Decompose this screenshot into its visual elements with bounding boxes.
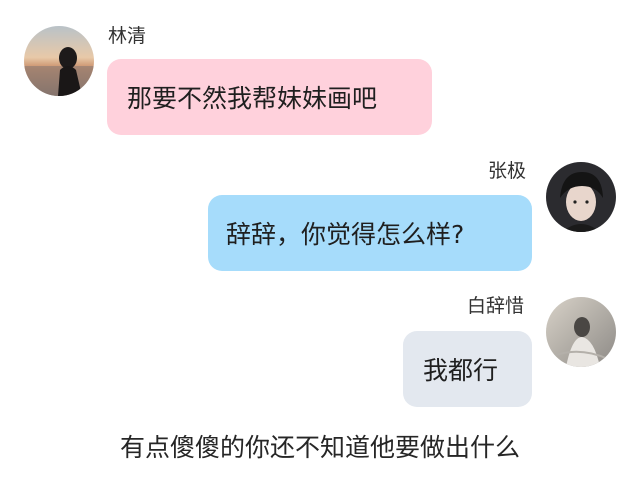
avatar-zhangji[interactable] (546, 162, 616, 232)
sunset-portrait-avatar-icon (24, 26, 94, 96)
narration-caption: 有点傻傻的你还不知道他要做出什么 (119, 433, 520, 462)
message-text: 那要不然我帮妹妹画吧 (127, 84, 378, 113)
sender-name: 张极 (488, 160, 527, 182)
message-text: 辞辞，你觉得怎么样? (226, 220, 465, 249)
sender-name: 林清 (108, 25, 147, 47)
message-text: 我都行 (423, 356, 499, 385)
message-bubble[interactable]: 那要不然我帮妹妹画吧 (107, 59, 432, 135)
sender-name: 白辞惜 (467, 295, 525, 317)
pale-portrait-avatar-icon (546, 297, 616, 367)
avatar-linqing[interactable] (24, 26, 94, 96)
avatar-baicixi[interactable] (546, 297, 616, 367)
dark-hair-portrait-avatar-icon (546, 162, 616, 232)
message-bubble[interactable]: 我都行 (403, 331, 532, 407)
message-bubble[interactable]: 辞辞，你觉得怎么样? (208, 195, 532, 271)
